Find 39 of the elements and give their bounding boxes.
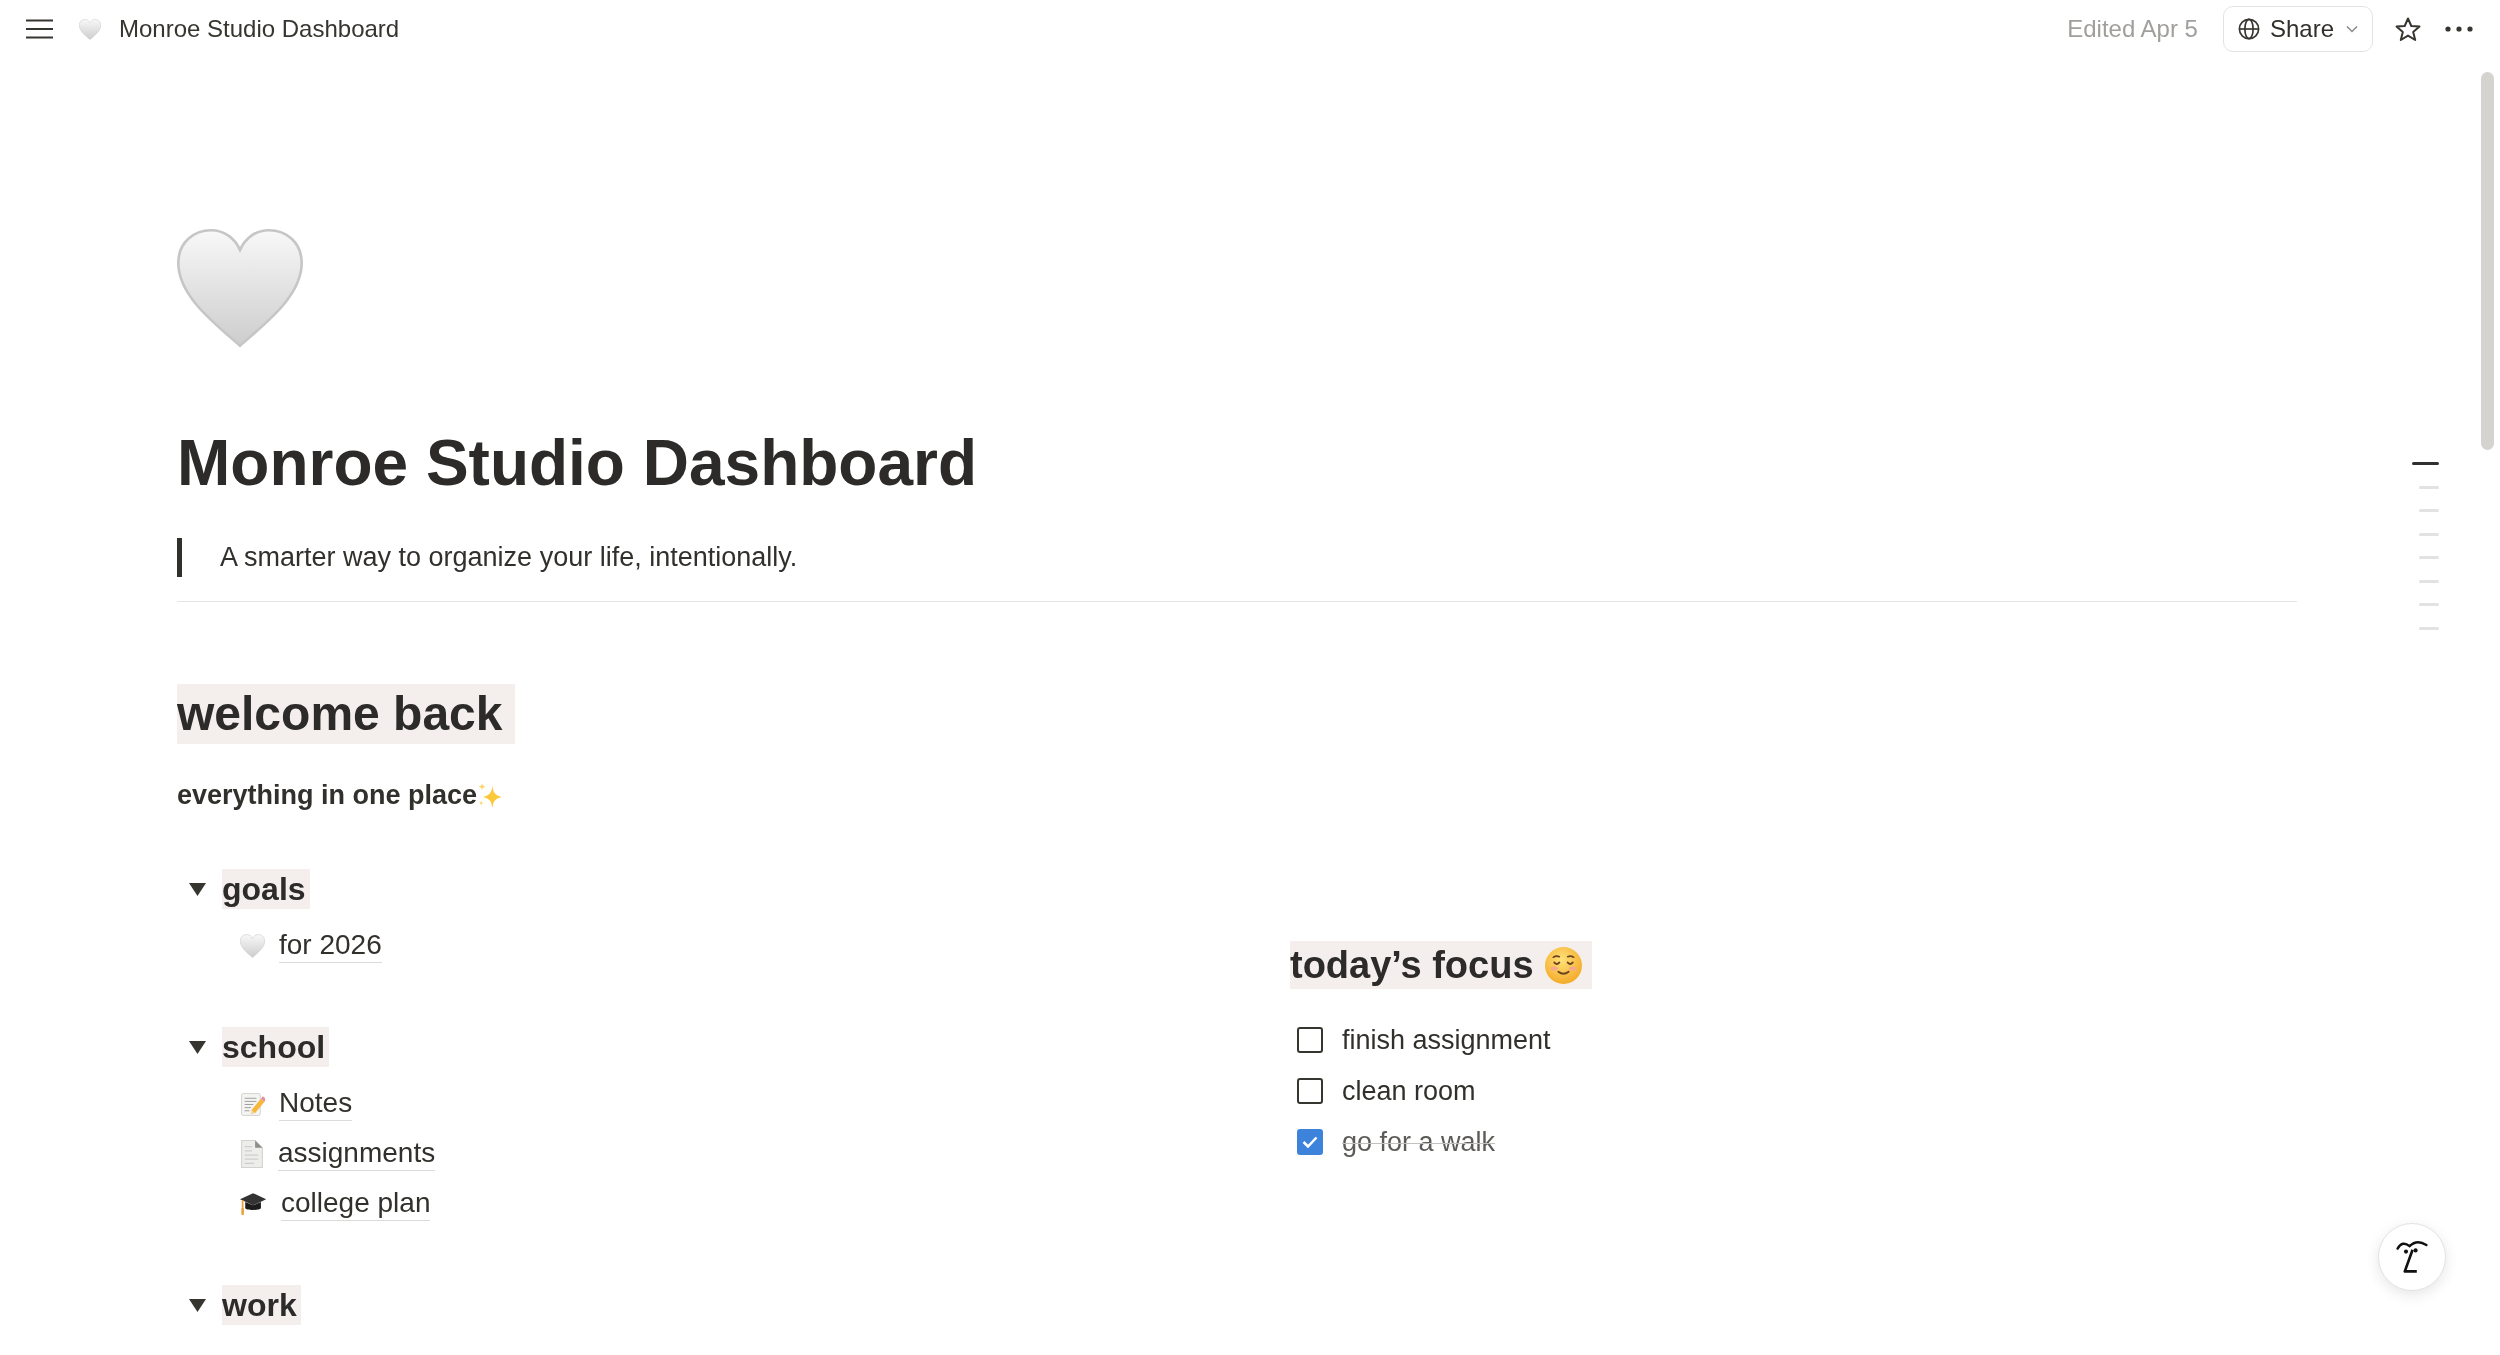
toggle-triangle-icon[interactable] [189,1040,206,1054]
memo-pencil-icon [240,1091,265,1117]
checkbox[interactable] [1297,1128,1323,1155]
share-button[interactable]: Share [2222,6,2373,52]
checkbox[interactable] [1297,1077,1323,1104]
page-link[interactable]: Notes [279,1087,353,1121]
toggle-heading: work [222,1285,301,1325]
todo-text: clean room [1342,1074,1476,1108]
heart-icon [240,934,265,958]
scrollbar-thumb[interactable] [2481,72,2494,450]
doodle-face-icon [2395,1239,2429,1275]
toggle-heading: school [222,1027,330,1067]
checkbox[interactable] [1297,1026,1323,1053]
star-icon [2395,16,2421,42]
page-link[interactable]: assignments [278,1137,436,1171]
edited-timestamp: Edited Apr 5 [2067,15,2198,43]
toggle-heading: goals [222,869,310,909]
heart-icon [79,18,101,40]
page-link[interactable]: college plan [281,1187,431,1221]
chevron-down-icon [2346,25,2358,33]
page-link[interactable]: for 2026 [279,929,382,963]
toggle-triangle-icon[interactable] [189,882,206,896]
heading: welcome back [177,684,515,744]
globe-icon [2237,18,2260,40]
quote-block: A smarter way to organize your life, intentionally. [177,538,798,577]
document-icon [240,1140,264,1168]
more-dots-icon [2445,26,2473,32]
smiling-face-icon [1544,946,1582,984]
tagline-text: everything in one place [177,779,478,812]
todo-text: finish assignment [1342,1023,1551,1057]
graduation-cap-icon [240,1191,267,1217]
outline-dash-icon[interactable] [2412,462,2439,465]
toggle-triangle-icon[interactable] [189,1298,206,1312]
section-heading: today’s focus [1290,943,1534,988]
breadcrumb-link[interactable]: Monroe Studio Dashboard [73,11,406,47]
page-title: Monroe Studio Dashboard [177,426,977,501]
heart-icon [177,226,303,350]
check-icon [1302,1135,1318,1148]
menu-icon [26,19,53,39]
